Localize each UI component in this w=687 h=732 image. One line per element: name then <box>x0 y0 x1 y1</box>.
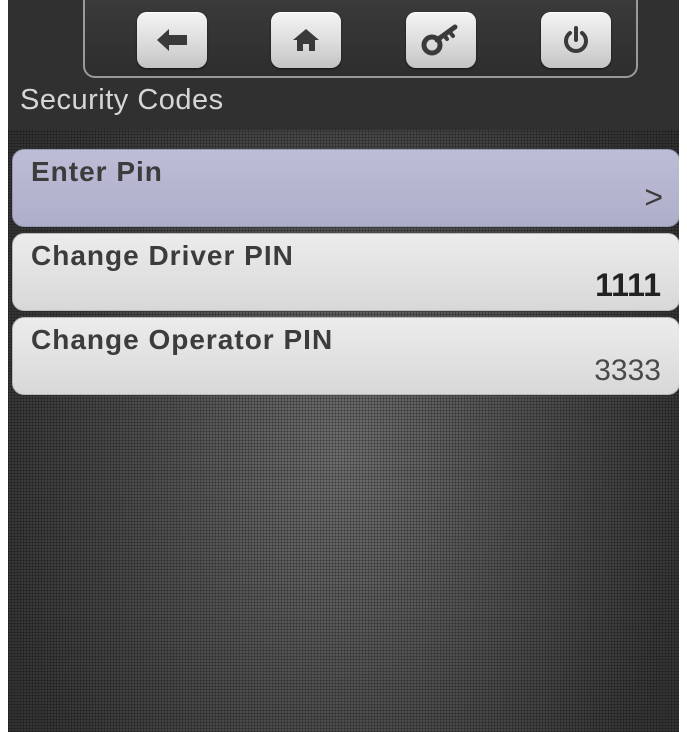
device-screen: Security Codes Enter Pin > Change Driver… <box>8 0 679 732</box>
menu-item-label: Change Operator PIN <box>31 324 334 355</box>
back-button[interactable] <box>137 12 207 68</box>
back-arrow-icon <box>157 29 187 51</box>
page-title: Security Codes <box>20 84 224 116</box>
menu-item-change-driver-pin[interactable]: Change Driver PIN 1111 <box>12 233 679 311</box>
security-key-button[interactable] <box>406 12 476 68</box>
menu-item-change-operator-pin[interactable]: Change Operator PIN 3333 <box>12 317 679 395</box>
home-button[interactable] <box>271 12 341 68</box>
menu-item-label: Enter Pin <box>31 156 163 187</box>
operator-pin-value: 3333 <box>594 354 661 387</box>
power-icon <box>564 26 588 53</box>
driver-pin-value: 1111 <box>595 267 661 303</box>
key-icon <box>421 24 458 56</box>
navigation-toolbar <box>83 0 638 78</box>
header-bar: Security Codes <box>8 0 679 130</box>
chevron-right-icon: > <box>644 179 663 215</box>
menu-item-label: Change Driver PIN <box>31 240 294 271</box>
power-button[interactable] <box>541 12 611 68</box>
menu-item-enter-pin[interactable]: Enter Pin > <box>12 149 679 227</box>
home-icon <box>293 29 319 51</box>
